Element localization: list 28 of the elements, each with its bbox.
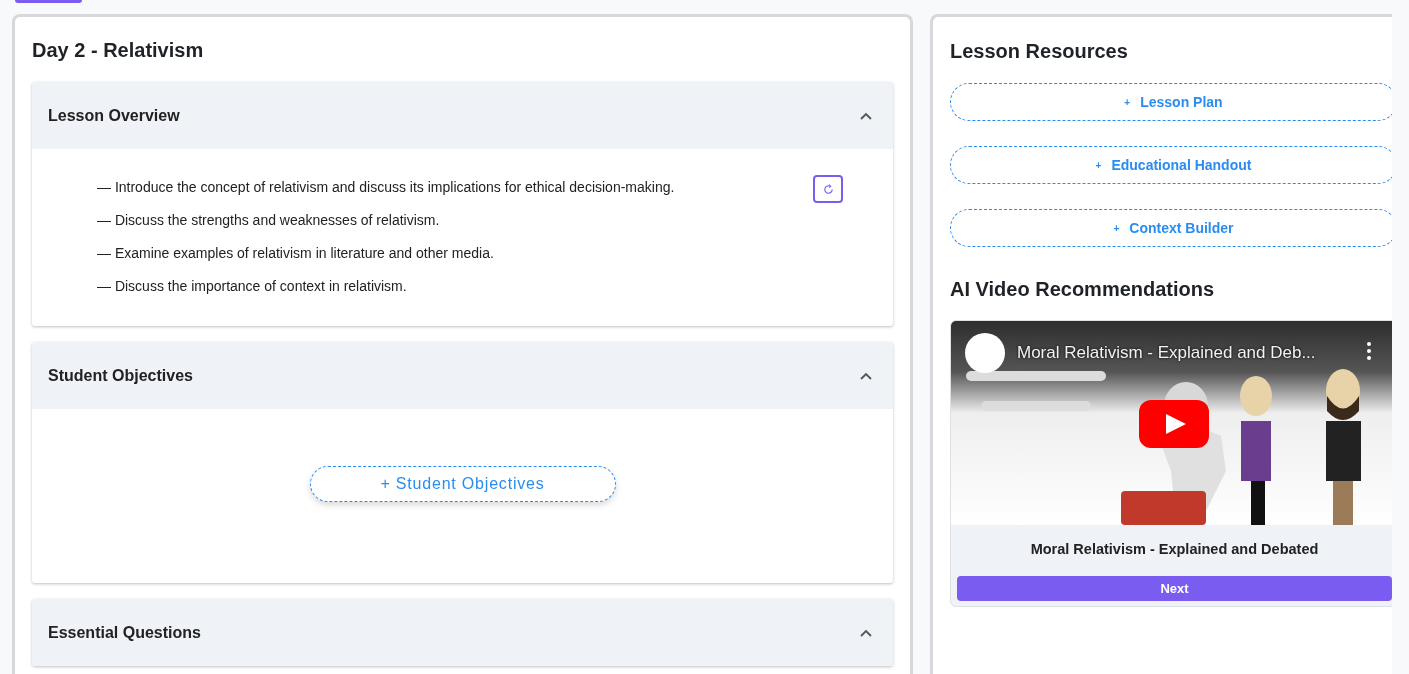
section-header[interactable]: Lesson Overview: [32, 82, 893, 149]
resource-button[interactable]: + Lesson Plan: [950, 83, 1392, 121]
resources-title: Lesson Resources: [950, 39, 1129, 63]
section-title: Lesson Overview: [48, 106, 180, 125]
objective-text: — Examine examples of relativism in literature and other media.: [97, 244, 494, 263]
play-button-icon[interactable]: [1139, 400, 1209, 448]
section-title: Essential Questions: [48, 623, 201, 642]
video-caption: Moral Relativism - Explained and Debated: [1029, 540, 1320, 559]
lesson-title: Day 2 - Relativism: [32, 38, 205, 62]
objective-text: — Discuss the strengths and weaknesses of relativism.: [97, 211, 440, 230]
refresh-button[interactable]: [813, 175, 843, 203]
resource-button[interactable]: + Context Builder: [950, 209, 1392, 247]
video-overlay-title: Moral Relativism - Explained and Deb...: [1017, 343, 1316, 363]
objective-text: — Introduce the concept of relativism and discuss its implications for ethical decision-making.: [97, 178, 675, 197]
videos-title: AI Video Recommendations: [950, 277, 1216, 301]
plus-icon: +: [1113, 222, 1120, 234]
more-options-icon[interactable]: [1366, 341, 1372, 361]
tab-indicator: [15, 0, 82, 3]
plus-icon: +: [1124, 96, 1131, 108]
plus-icon: +: [1095, 159, 1102, 171]
resource-button[interactable]: + Educational Handout: [950, 146, 1392, 184]
add-objectives-button[interactable]: + Student Objectives: [309, 466, 616, 502]
refresh-icon: [821, 182, 835, 196]
section-header[interactable]: Student Objectives: [32, 342, 893, 409]
objective-text: — Discuss the importance of context in relativism.: [97, 277, 407, 296]
section-title: Student Objectives: [48, 366, 193, 385]
section-header[interactable]: Essential Questions: [32, 599, 893, 666]
next-button[interactable]: Next: [957, 576, 1392, 601]
